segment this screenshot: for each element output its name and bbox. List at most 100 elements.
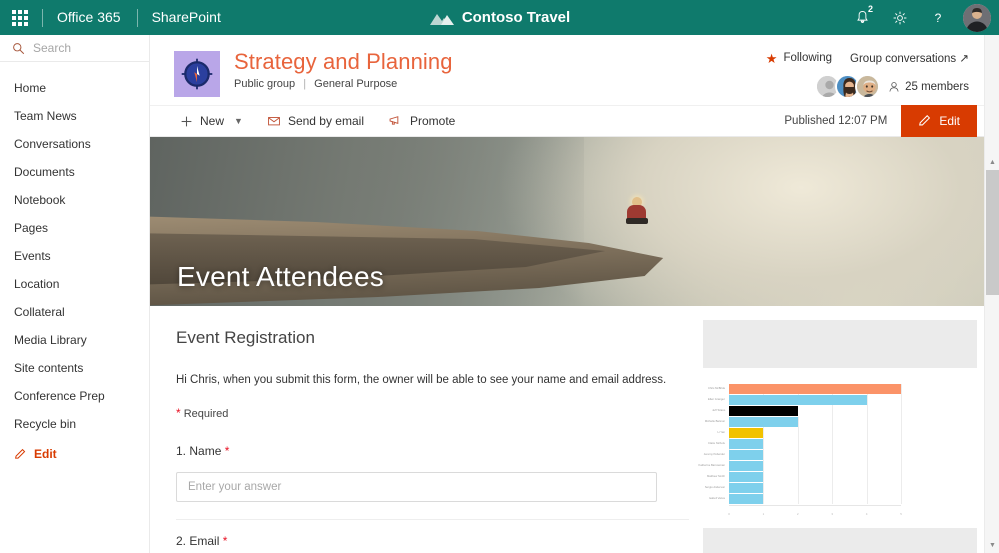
chart-bar[interactable] [729,483,763,493]
chart-bar[interactable] [729,472,763,482]
office365-link[interactable]: Office 365 [43,0,135,35]
search-box[interactable]: Search [0,35,149,62]
form-greeting: Hi Chris, when you submit this form, the… [176,372,671,389]
chart-bar-label: Matthew Smith [707,472,729,483]
chart-bar-row[interactable]: Michelle Bannon [729,417,901,427]
avatar-photo-icon [963,4,991,32]
pencil-icon [14,448,27,461]
chart-bar-row[interactable]: Isabell Vance [729,494,901,504]
sidebar-item-location[interactable]: Location [0,270,149,298]
chart-bar-row[interactable]: Katherine Barrowman [729,461,901,471]
avatar[interactable] [963,4,991,32]
nav-list: Home Team News Conversations Documents N… [0,62,149,470]
members-count-label: 25 members [905,81,969,93]
chart-bar[interactable] [729,384,901,394]
waffle-icon [12,10,28,26]
site-subtitle-separator: | [303,78,306,90]
site-header-actions: ★ Following Group conversations ↗ [766,47,969,99]
edit-page-button[interactable]: Edit [901,105,977,137]
app-shell: Search Home Team News Conversations Docu… [0,35,999,553]
sharepoint-link[interactable]: SharePoint [138,0,235,35]
hero-person-figure [626,197,648,227]
question-1-required: * [225,444,230,458]
required-note-label: Required [184,408,229,420]
help-button[interactable]: ? [921,0,955,35]
chart-bar-row[interactable]: Jeff Tolano [729,406,901,416]
sidebar-item-conversations[interactable]: Conversations [0,130,149,158]
notifications-button[interactable]: 2 [845,0,879,35]
pencil-icon [918,114,932,128]
chart-bar[interactable] [729,439,763,449]
chart-bar[interactable] [729,428,763,438]
chart-bar-row[interactable]: Jeremy Pellender [729,450,901,460]
chart-bar-row[interactable]: Li Yan [729,428,901,438]
page-title[interactable]: Strategy and Planning [234,49,453,74]
chart-bar-label: Sergio Anderson [705,483,729,494]
sidebar-item-team-news[interactable]: Team News [0,102,149,130]
placeholder-block-top [703,320,977,368]
hero-title: Event Attendees [177,261,384,293]
send-by-email-label: Send by email [288,114,364,128]
question-1-text: Name [189,444,221,458]
group-conversations-link[interactable]: Group conversations ↗ [850,51,969,65]
chart-bar[interactable] [729,494,763,504]
chart-bar[interactable] [729,461,763,471]
sidebar-item-home[interactable]: Home [0,74,149,102]
sidebar-item-site-contents[interactable]: Site contents [0,354,149,382]
sidebar-item-recycle-bin[interactable]: Recycle bin [0,410,149,438]
sidebar-item-collateral[interactable]: Collateral [0,298,149,326]
chart-bar-row[interactable]: Sergio Anderson [729,483,901,493]
chart-bar-row[interactable]: Matthew Smith [729,472,901,482]
new-button[interactable]: New ▼ [168,105,255,137]
search-placeholder: Search [33,41,71,55]
facepile[interactable] [815,74,880,99]
promote-label: Promote [410,114,455,128]
question-2-number: 2. [176,534,186,548]
sidebar-item-notebook[interactable]: Notebook [0,186,149,214]
hero-banner[interactable]: Event Attendees [150,137,985,306]
chart-bar-label: Chris McBride [708,384,729,395]
promote-button[interactable]: Promote [376,105,467,137]
sidebar-item-media-library[interactable]: Media Library [0,326,149,354]
send-by-email-button[interactable]: Send by email [255,105,376,137]
scrollbar-down-button[interactable]: ▼ [985,538,999,553]
member-avatar-2[interactable] [855,74,880,99]
chart-x-axis [729,505,901,506]
star-icon: ★ [766,52,778,65]
chart-x-tick-label: 0 [728,512,730,516]
hero-person-legs [626,218,648,224]
chart-bar-row[interactable]: Ellen Granger [729,395,901,405]
chart-bar[interactable] [729,450,763,460]
chart-bar-row[interactable]: Chris McBride [729,384,901,394]
chart-bar-label: Li Yan [717,428,729,439]
chart-container[interactable]: Chris McBrideEllen GrangerJeff TolanoMic… [695,368,985,518]
sidebar-edit-link[interactable]: Edit [0,438,149,470]
chart-bar-label: Ellen Granger [708,395,729,406]
chart-bar[interactable] [729,395,867,405]
sidebar-item-conference-prep[interactable]: Conference Prep [0,382,149,410]
chart-bar[interactable] [729,417,798,427]
name-field[interactable] [176,472,657,502]
members-count-button[interactable]: 25 members [888,81,969,93]
chart-x-tick-label: 5 [900,512,902,516]
chart-x-tick-label: 2 [797,512,799,516]
envelope-icon [267,114,281,128]
site-classification: General Purpose [314,78,397,90]
scrollbar-thumb[interactable] [986,170,999,295]
megaphone-icon [388,114,403,128]
command-bar-right: Published 12:07 PM Edit [784,105,977,137]
site-logo[interactable] [174,51,220,97]
question-mark-icon: ? [930,10,946,26]
horizontal-bar-chart[interactable]: Chris McBrideEllen GrangerJeff TolanoMic… [729,384,901,516]
chart-bar-row[interactable]: Claire Nichols [729,439,901,449]
settings-button[interactable] [883,0,917,35]
app-launcher-button[interactable] [0,0,40,35]
sidebar-item-pages[interactable]: Pages [0,214,149,242]
following-button[interactable]: ★ Following [766,52,832,65]
sidebar-item-events[interactable]: Events [0,242,149,270]
chart-bar[interactable] [729,406,798,416]
scrollbar-up-button[interactable]: ▲ [985,155,999,170]
sidebar-item-documents[interactable]: Documents [0,158,149,186]
vertical-scrollbar[interactable]: ▲ ▼ [984,35,999,553]
chart-webpart: Chris McBrideEllen GrangerJeff TolanoMic… [695,306,985,553]
